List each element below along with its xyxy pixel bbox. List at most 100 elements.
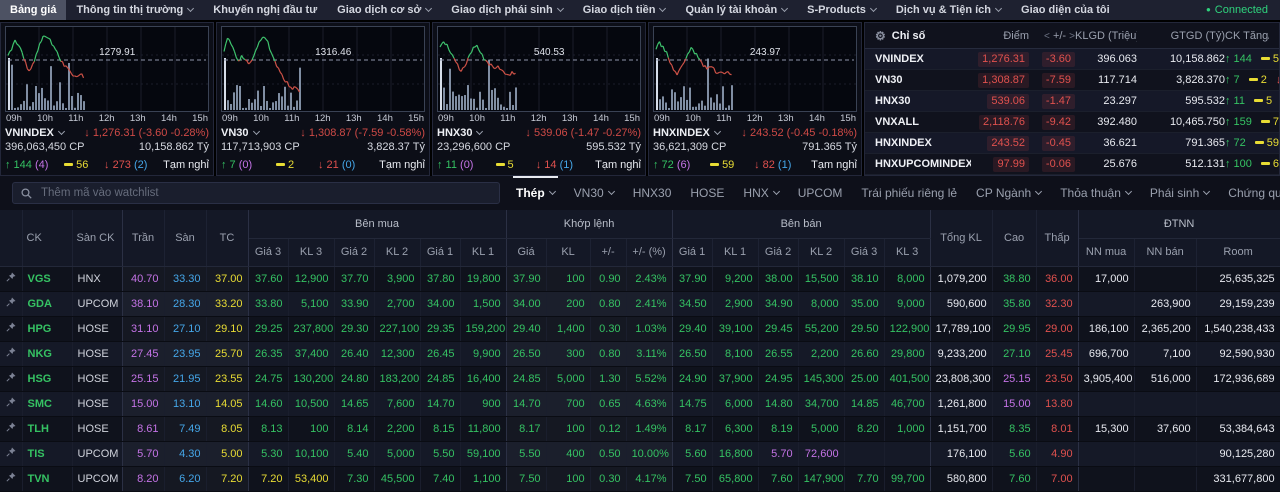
stock-row[interactable]: HSGHOSE25.1521.9523.5524.75130,20024.801… (0, 366, 1280, 391)
index-symbol-dropdown[interactable]: HNX30 (437, 127, 482, 139)
index-col-klgd[interactable]: KLGD (Triệu) (1075, 30, 1137, 42)
group-sell[interactable]: Bên bán (672, 210, 930, 238)
pin-icon[interactable] (0, 341, 22, 366)
col-sell-4[interactable]: Giá 3 (844, 238, 884, 266)
index-col-change[interactable]: < +/- > (1029, 30, 1075, 42)
group-buy[interactable]: Bên mua (248, 210, 506, 238)
col-sell-3[interactable]: KL 2 (798, 238, 844, 266)
tab-6[interactable]: Trái phiếu riêng lẻ (861, 176, 957, 210)
col-foreign-2[interactable]: Room (1196, 238, 1280, 266)
nav-item-3[interactable]: Giao dịch cơ sở (327, 0, 441, 20)
index-row[interactable]: VN301,308.87-7.59117.7143,828.370↑ 72↓ 2… (865, 70, 1279, 91)
stock-row[interactable]: VGSHNX40.7033.3037.0037.6012,90037.703,9… (0, 266, 1280, 291)
nav-item-1[interactable]: Thông tin thị trường (66, 0, 203, 20)
stock-symbol[interactable]: GDA (22, 291, 72, 316)
col-match-3[interactable]: +/- (%) (626, 238, 672, 266)
nav-item-0[interactable]: Bảng giá (0, 0, 66, 20)
pin-icon[interactable] (0, 416, 22, 441)
nav-item-6[interactable]: Quản lý tài khoản (675, 0, 797, 20)
col-ck[interactable]: CK (22, 210, 72, 266)
index-row[interactable]: VNINDEX1,276.31-3.60396.06310,158.862↑ 1… (865, 49, 1279, 70)
stock-symbol[interactable]: TLH (22, 416, 72, 441)
stock-row[interactable]: HPGHOSE31.1027.1029.1029.25237,80029.302… (0, 316, 1280, 341)
time-tick: 14h (377, 112, 393, 125)
col-buy-0[interactable]: Giá 3 (248, 238, 288, 266)
col-sell-0[interactable]: Giá 1 (672, 238, 712, 266)
col-buy-2[interactable]: Giá 2 (334, 238, 374, 266)
tab-2[interactable]: HNX30 (633, 176, 672, 210)
group-match[interactable]: Khớp lệnh (506, 210, 672, 238)
sort-left-icon[interactable]: < (1044, 31, 1050, 42)
pin-icon[interactable] (0, 366, 22, 391)
col-total-volume[interactable]: Tổng KL (930, 210, 992, 266)
index-row[interactable]: HNX30539.06-1.4723.297595.532↑ 115↓ 14 (865, 91, 1279, 112)
tab-9[interactable]: Phái sinh (1150, 176, 1209, 210)
nav-item-8[interactable]: Dịch vụ & Tiện ích (886, 0, 1011, 20)
nav-item-9[interactable]: Giao diện của tôi (1011, 0, 1120, 20)
tab-1[interactable]: VN30 (574, 176, 614, 210)
pin-icon[interactable] (0, 391, 22, 416)
stock-symbol[interactable]: TIS (22, 441, 72, 466)
nav-item-4[interactable]: Giao dịch phái sinh (441, 0, 572, 20)
tab-5[interactable]: UPCOM (798, 176, 843, 210)
stock-row[interactable]: TLHHOSE8.617.498.058.131008.142,2008.151… (0, 416, 1280, 441)
tab-8[interactable]: Thỏa thuận (1060, 176, 1131, 210)
stock-symbol[interactable]: NKG (22, 341, 72, 366)
pin-column-header[interactable] (0, 210, 22, 266)
pin-icon[interactable] (0, 266, 22, 291)
col-match-0[interactable]: Giá (506, 238, 546, 266)
col-low[interactable]: Thấp (1036, 210, 1078, 266)
nav-item-7[interactable]: S-Products (797, 0, 886, 20)
index-col-points[interactable]: Điểm (971, 30, 1029, 42)
index-col-gtgd[interactable]: GTGD (Tỷ) (1137, 30, 1225, 42)
nav-item-2[interactable]: Khuyến nghị đầu tư (203, 0, 327, 20)
tab-10[interactable]: Chứng quyền (1228, 176, 1280, 210)
index-row[interactable]: HNXINDEX243.52-0.4536.621791.365↑ 7259↓ … (865, 133, 1279, 154)
col-match-1[interactable]: KL (546, 238, 590, 266)
pin-icon[interactable] (0, 441, 22, 466)
col-foreign-1[interactable]: NN bán (1134, 238, 1196, 266)
index-symbol-dropdown[interactable]: VN30 (221, 127, 259, 139)
col-high[interactable]: Cao (992, 210, 1036, 266)
stock-symbol[interactable]: VGS (22, 266, 72, 291)
col-floor[interactable]: Sàn (164, 210, 206, 266)
stock-symbol[interactable]: SMC (22, 391, 72, 416)
pin-icon[interactable] (0, 291, 22, 316)
tab-0[interactable]: Thép (516, 176, 555, 210)
col-buy-3[interactable]: KL 2 (374, 238, 420, 266)
col-buy-1[interactable]: KL 3 (288, 238, 334, 266)
stock-symbol[interactable]: TVN (22, 466, 72, 491)
pin-icon[interactable] (0, 466, 22, 491)
group-foreign[interactable]: ĐTNN (1078, 210, 1280, 238)
gear-icon[interactable]: ⚙ (875, 29, 886, 43)
stock-row[interactable]: GDAUPCOM38.1028.3033.2033.805,10033.902,… (0, 291, 1280, 316)
index-row[interactable]: HNXUPCOMINDEX97.99-0.0625.676512.131↑ 10… (865, 154, 1279, 175)
stock-symbol[interactable]: HPG (22, 316, 72, 341)
index-symbol-dropdown[interactable]: VNINDEX (5, 127, 64, 139)
nav-item-5[interactable]: Giao dịch tiền (573, 0, 676, 20)
tab-7[interactable]: CP Ngành (976, 176, 1041, 210)
col-ceiling[interactable]: Trần (122, 210, 164, 266)
col-match-2[interactable]: +/- (590, 238, 626, 266)
col-buy-4[interactable]: Giá 1 (420, 238, 460, 266)
col-reference[interactable]: TC (206, 210, 248, 266)
cell: 900 (460, 391, 506, 416)
search-input[interactable] (39, 186, 491, 200)
tab-3[interactable]: HOSE (690, 176, 724, 210)
watchlist-search[interactable] (12, 182, 500, 204)
stock-row[interactable]: TVNUPCOM8.206.207.207.2053,4007.3045,500… (0, 466, 1280, 491)
col-sell-5[interactable]: KL 3 (884, 238, 930, 266)
col-sell-2[interactable]: Giá 2 (758, 238, 798, 266)
col-exchange[interactable]: Sàn CK (72, 210, 122, 266)
stock-row[interactable]: SMCHOSE15.0013.1014.0514.6010,50014.657,… (0, 391, 1280, 416)
index-symbol-dropdown[interactable]: HNXINDEX (653, 127, 720, 139)
index-row[interactable]: VNXALL2,118.76-9.42392.48010,465.750↑ 15… (865, 112, 1279, 133)
col-buy-5[interactable]: KL 1 (460, 238, 506, 266)
stock-row[interactable]: NKGHOSE27.4523.9525.7026.3537,40026.4012… (0, 341, 1280, 366)
tab-4[interactable]: HNX (743, 176, 778, 210)
col-foreign-0[interactable]: NN mua (1078, 238, 1134, 266)
pin-icon[interactable] (0, 316, 22, 341)
col-sell-1[interactable]: KL 1 (712, 238, 758, 266)
stock-row[interactable]: TISUPCOM5.704.305.005.3010,1005.405,0005… (0, 441, 1280, 466)
stock-symbol[interactable]: HSG (22, 366, 72, 391)
